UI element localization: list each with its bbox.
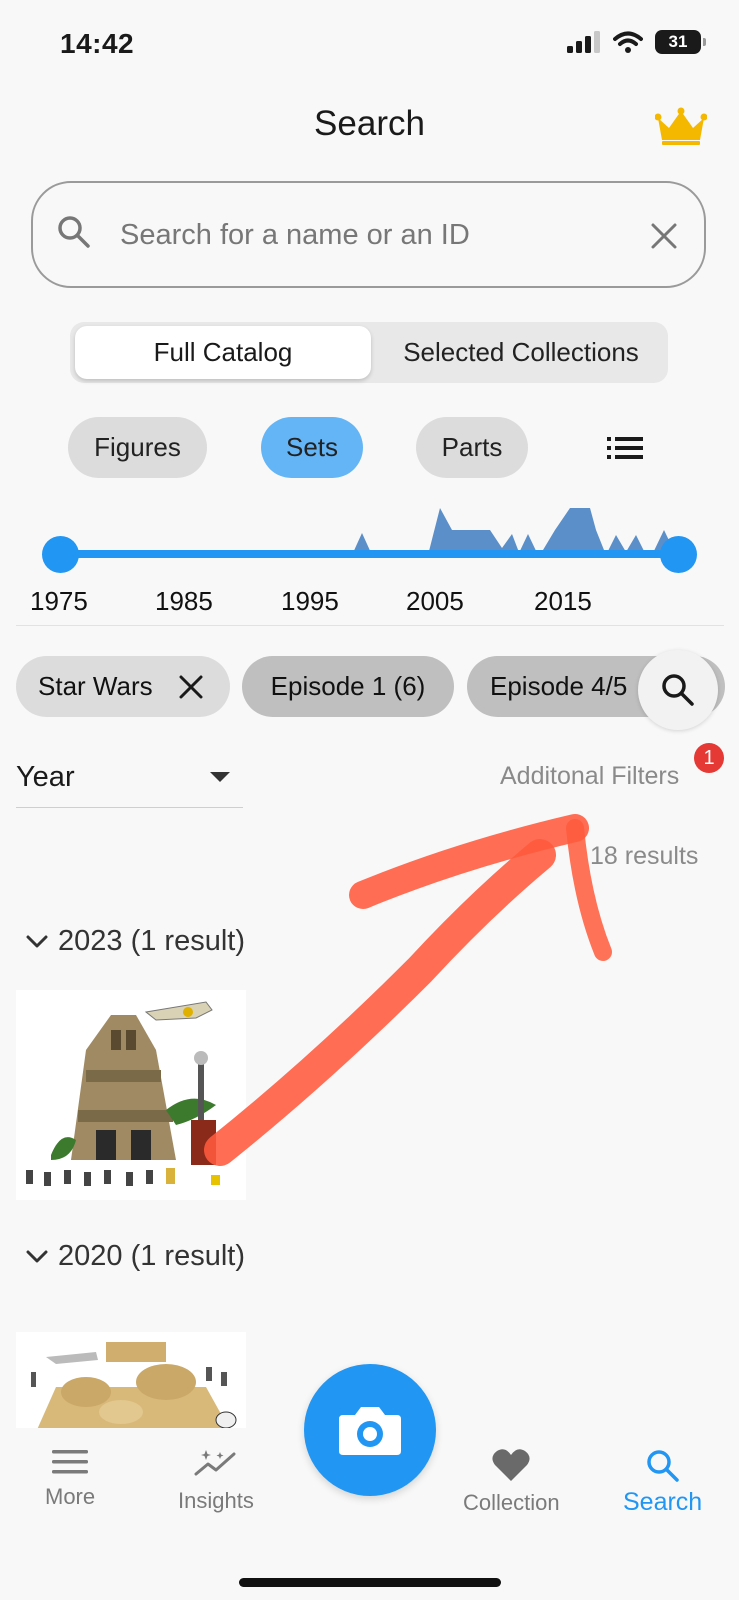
status-icons: 31	[567, 30, 706, 54]
chevron-down-icon	[26, 1250, 48, 1262]
chevron-down-icon	[26, 935, 48, 947]
wifi-icon	[613, 31, 643, 53]
camera-icon	[339, 1407, 401, 1455]
section-divider	[16, 625, 724, 626]
chip-figures[interactable]: Figures	[68, 417, 207, 478]
year-label-1985: 1985	[155, 586, 213, 616]
set-image	[16, 990, 246, 1200]
group-header-2020[interactable]: 2020 (1 result)	[26, 1240, 245, 1273]
remove-filter-icon[interactable]	[179, 675, 203, 699]
year-label-2005: 2005	[406, 586, 464, 616]
sort-dropdown[interactable]: Year	[16, 761, 75, 794]
nav-label: More	[45, 1484, 96, 1509]
nav-label: Search	[623, 1488, 703, 1516]
results-count: 18 results	[590, 842, 699, 870]
filter-chip-episode-1[interactable]: Episode 1 (6)	[242, 656, 454, 717]
nav-item-search[interactable]: Search	[623, 1448, 702, 1517]
battery-indicator: 31	[655, 30, 706, 54]
year-slider-end-handle[interactable]	[660, 536, 697, 573]
additional-filters-link[interactable]: Additonal Filters	[500, 762, 679, 791]
dropdown-arrow-icon[interactable]	[210, 772, 230, 782]
nav-item-collection[interactable]: Collection	[463, 1448, 560, 1516]
sort-underline	[16, 807, 243, 808]
status-time: 14:42	[60, 28, 135, 59]
chip-parts[interactable]: Parts	[416, 417, 528, 478]
year-slider-track[interactable]	[60, 550, 677, 558]
filter-count-badge: 1	[694, 743, 724, 773]
nav-label: Collection	[463, 1490, 560, 1515]
menu-icon	[52, 1450, 89, 1474]
year-label-1975: 1975	[30, 586, 88, 616]
set-thumbnail[interactable]	[16, 990, 246, 1200]
filter-search-button[interactable]	[638, 650, 718, 730]
list-view-icon[interactable]	[607, 436, 643, 460]
nav-label: Insights	[178, 1488, 254, 1513]
year-label-1995: 1995	[281, 586, 339, 616]
set-image	[16, 1332, 246, 1432]
search-icon	[646, 1450, 679, 1482]
nav-item-more[interactable]: More	[45, 1448, 95, 1510]
group-header-2023[interactable]: 2023 (1 result)	[26, 925, 245, 958]
signal-icon	[567, 31, 600, 53]
set-thumbnail[interactable]	[16, 1332, 246, 1432]
camera-scan-button[interactable]	[304, 1364, 436, 1496]
page-title: Search	[314, 104, 425, 143]
search-input[interactable]	[120, 210, 620, 260]
insights-icon	[194, 1450, 236, 1476]
chip-sets[interactable]: Sets	[261, 417, 363, 478]
year-histogram	[352, 508, 676, 555]
year-label-2015: 2015	[534, 586, 592, 616]
crown-icon[interactable]	[655, 106, 707, 146]
group-header-label: 2020 (1 result)	[58, 1240, 245, 1272]
group-header-label: 2023 (1 result)	[58, 925, 245, 957]
home-indicator	[239, 1578, 501, 1587]
heart-icon	[492, 1449, 530, 1481]
filter-chip-label: Star Wars	[38, 671, 153, 701]
year-slider-start-handle[interactable]	[42, 536, 79, 573]
nav-item-insights[interactable]: Insights	[178, 1448, 254, 1514]
search-icon	[58, 216, 90, 248]
clear-search-icon[interactable]	[650, 222, 678, 250]
segment-full-catalog[interactable]: Full Catalog	[75, 326, 371, 379]
segment-selected-collections[interactable]: Selected Collections	[374, 326, 668, 379]
filter-chip-star-wars[interactable]: Star Wars	[16, 656, 230, 717]
search-icon	[662, 674, 694, 706]
